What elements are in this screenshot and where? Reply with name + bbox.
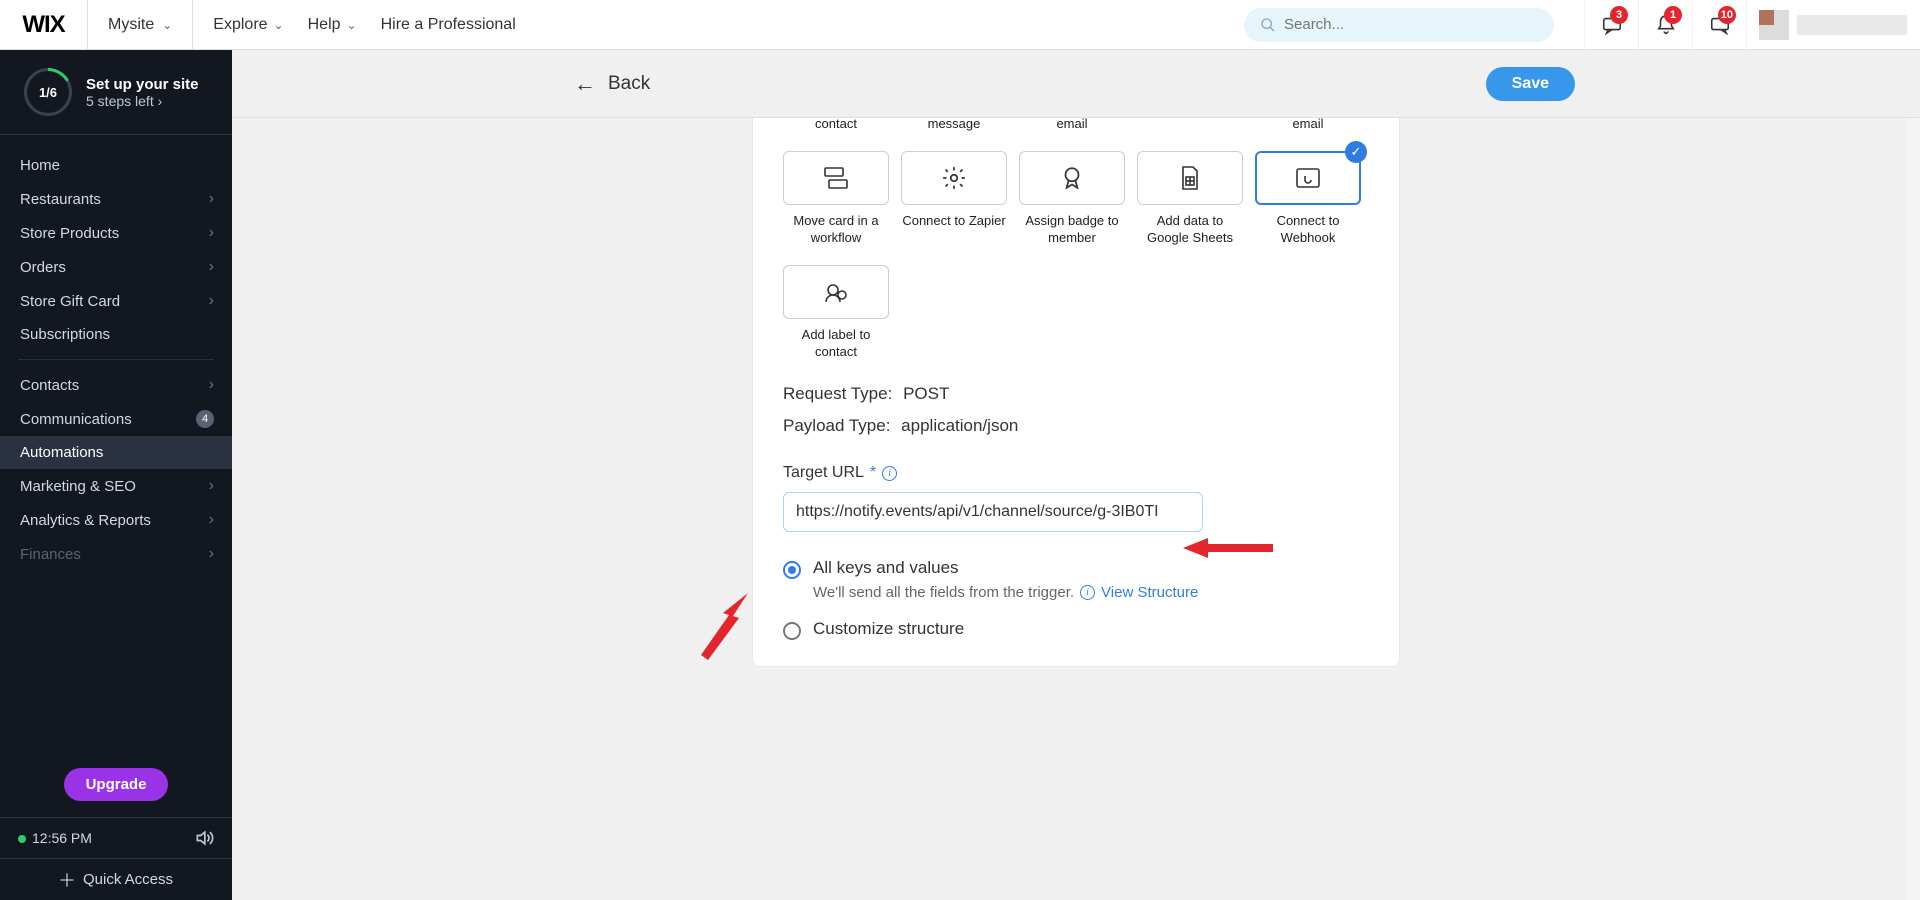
user-name-placeholder [1797,15,1907,35]
target-url-input[interactable] [783,492,1203,532]
chevron-down-icon: ⌄ [162,18,172,32]
avatar [1759,10,1789,40]
sidebar-item-restaurants[interactable]: Restaurants› [0,182,232,216]
radio-all-sub: We'll send all the fields from the trigg… [813,584,1198,601]
badge-icon [1059,165,1085,191]
chat-badge: 3 [1610,6,1628,24]
chevron-down-icon: ⌄ [347,18,357,32]
sidebar-item-finances[interactable]: Finances› [0,537,232,571]
chevron-right-icon: › [209,292,214,310]
payload-type: Payload Type: application/json [783,416,1369,436]
bell-icon[interactable]: 1 [1638,0,1692,50]
radio-customize[interactable] [783,622,801,640]
sidebar-item-orders[interactable]: Orders› [0,250,232,284]
inbox-badge: 10 [1718,6,1736,24]
back-button[interactable]: ← Back [232,71,650,97]
save-button[interactable]: Save [1486,67,1575,101]
action-zapier[interactable]: Connect to Zapier [901,151,1007,247]
chevron-right-icon: › [209,477,214,495]
search-input[interactable] [1284,16,1538,33]
sidebar-item-marketing[interactable]: Marketing & SEO› [0,469,232,503]
chevron-right-icon: › [209,511,214,529]
separator [18,359,214,360]
setup-progress[interactable]: 1/6 Set up your site 5 steps left › [0,50,232,135]
upgrade-button[interactable]: Upgrade [64,768,169,801]
radio-customize-label: Customize structure [813,619,964,639]
account-menu[interactable] [1746,0,1916,49]
setup-subtitle: 5 steps left › [86,93,199,109]
chat-icon[interactable]: 3 [1584,0,1638,50]
chevron-right-icon: › [209,224,214,242]
action-move-card[interactable]: Move card in a workflow [783,151,889,247]
webhook-icon [1294,166,1322,190]
chevron-right-icon: › [158,93,163,109]
contact-label-icon [822,280,850,304]
sidebar-item-communications[interactable]: Communications4 [0,402,232,436]
wix-logo[interactable]: WIX [0,0,88,49]
info-icon[interactable]: i [1080,585,1095,600]
nav-help[interactable]: Help⌄ [308,16,357,34]
chevron-right-icon: › [209,376,214,394]
action-card[interactable]: email [1019,116,1125,133]
search-box[interactable] [1244,8,1554,42]
action-card[interactable]: contact [783,116,889,133]
arrow-left-icon: ← [574,71,596,97]
chevron-right-icon: › [209,545,214,563]
site-selector[interactable]: Mysite ⌄ [88,0,193,49]
quick-access[interactable]: Quick Access [0,858,232,900]
radio-all-label: All keys and values [813,558,1198,578]
workflow-icon [821,166,851,190]
action-badge[interactable]: Assign badge to member [1019,151,1125,247]
action-card[interactable] [1137,116,1243,133]
chevron-right-icon: › [209,190,214,208]
sidebar-item-gift-card[interactable]: Store Gift Card› [0,284,232,318]
sidebar-item-contacts[interactable]: Contacts› [0,368,232,402]
site-name: Mysite [108,16,154,34]
nav-explore[interactable]: Explore⌄ [213,16,283,34]
chevron-right-icon: › [209,258,214,276]
nav-hire[interactable]: Hire a Professional [381,16,516,34]
action-sheets[interactable]: Add data to Google Sheets [1137,151,1243,247]
request-type: Request Type: POST [783,384,1369,404]
sidebar-item-automations[interactable]: Automations [0,436,232,469]
action-label[interactable]: Add label to contact [783,265,889,361]
inbox-icon[interactable]: 10 [1692,0,1746,50]
check-icon: ✓ [1345,141,1367,163]
view-structure-link[interactable]: View Structure [1101,584,1198,601]
action-card[interactable]: message [901,116,1007,133]
gear-icon [941,165,967,191]
sidebar-item-subscriptions[interactable]: Subscriptions [0,318,232,351]
scrollbar-track[interactable] [1906,50,1920,900]
progress-ring: 1/6 [24,68,72,116]
search-icon [1260,17,1276,33]
annotation-arrow [673,588,773,673]
chevron-down-icon: ⌄ [274,18,284,32]
action-card[interactable]: email [1255,116,1361,133]
quick-access-icon [59,872,75,888]
sheets-icon [1179,165,1201,191]
target-url-label: Target URL * i [783,464,1369,482]
info-icon[interactable]: i [882,466,897,481]
sidebar-item-store-products[interactable]: Store Products› [0,216,232,250]
time-display: 12:56 PM [18,830,92,846]
count-badge: 4 [196,410,214,428]
sidebar-item-home[interactable]: Home [0,149,232,182]
bell-badge: 1 [1664,6,1682,24]
radio-all-keys[interactable] [783,561,801,579]
setup-title: Set up your site [86,76,199,93]
sidebar-item-analytics[interactable]: Analytics & Reports› [0,503,232,537]
volume-icon[interactable] [194,828,214,848]
action-webhook[interactable]: ✓ Connect to Webhook [1255,151,1361,247]
